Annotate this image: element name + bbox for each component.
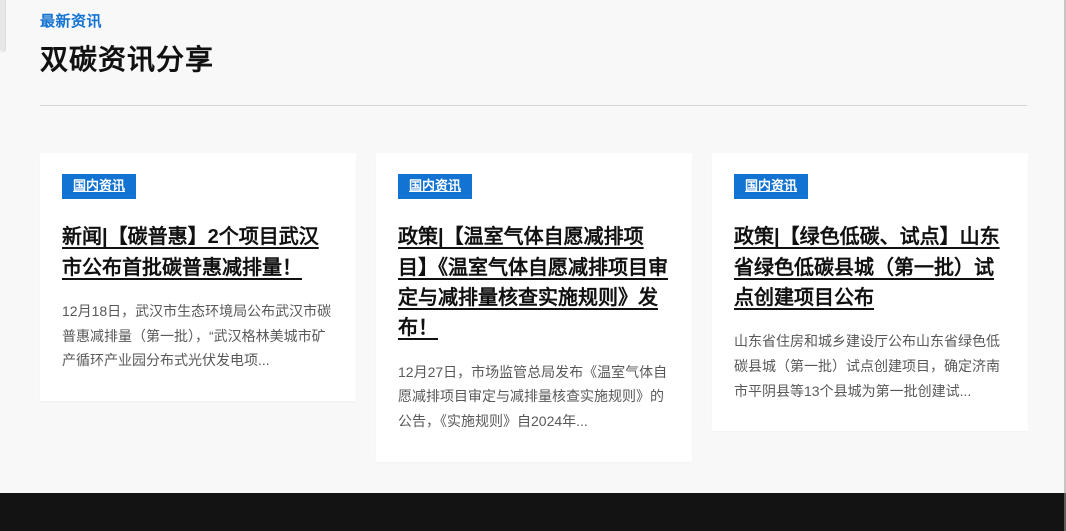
article-excerpt: 12月27日，市场监管总局发布《温室气体自愿减排项目审定与减排量核查实施规则》的… (398, 360, 670, 434)
header-divider (40, 105, 1027, 106)
section-header: 最新资讯 双碳资讯分享 (0, 0, 1066, 78)
news-card[interactable]: 国内资讯 新闻|【碳普惠】2个项目武汉市公布首批碳普惠减排量！ 12月18日，武… (40, 153, 356, 401)
article-title-link[interactable]: 新闻|【碳普惠】2个项目武汉市公布首批碳普惠减排量！ (62, 222, 334, 283)
footer-bar (0, 493, 1066, 531)
section-eyebrow: 最新资讯 (40, 10, 1028, 31)
article-excerpt: 山东省住房和城乡建设厅公布山东省绿色低碳县城（第一批）试点创建项目，确定济南市平… (734, 329, 1006, 403)
article-title-link[interactable]: 政策|【温室气体自愿减排项目】《温室气体自愿减排项目审定与减排量核查实施规则》发… (398, 222, 670, 344)
scrollbar-thumb[interactable] (0, 0, 6, 52)
page-title: 双碳资讯分享 (40, 38, 1028, 78)
category-badge-link[interactable]: 国内资讯 (734, 174, 808, 199)
category-badge-link[interactable]: 国内资讯 (398, 174, 472, 199)
article-title-link[interactable]: 政策|【绿色低碳、试点】山东省绿色低碳县城（第一批）试点创建项目公布 (734, 222, 1006, 313)
category-badge-link[interactable]: 国内资讯 (62, 174, 136, 199)
news-card[interactable]: 国内资讯 政策|【绿色低碳、试点】山东省绿色低碳县城（第一批）试点创建项目公布 … (712, 153, 1028, 431)
news-section-page: 最新资讯 双碳资讯分享 国内资讯 新闻|【碳普惠】2个项目武汉市公布首批碳普惠减… (0, 0, 1066, 531)
news-card[interactable]: 国内资讯 政策|【温室气体自愿减排项目】《温室气体自愿减排项目审定与减排量核查实… (376, 153, 692, 462)
news-card-grid: 国内资讯 新闻|【碳普惠】2个项目武汉市公布首批碳普惠减排量！ 12月18日，武… (40, 153, 1028, 462)
article-excerpt: 12月18日，武汉市生态环境局公布武汉市碳普惠减排量（第一批），“武汉格林美城市… (62, 299, 334, 373)
